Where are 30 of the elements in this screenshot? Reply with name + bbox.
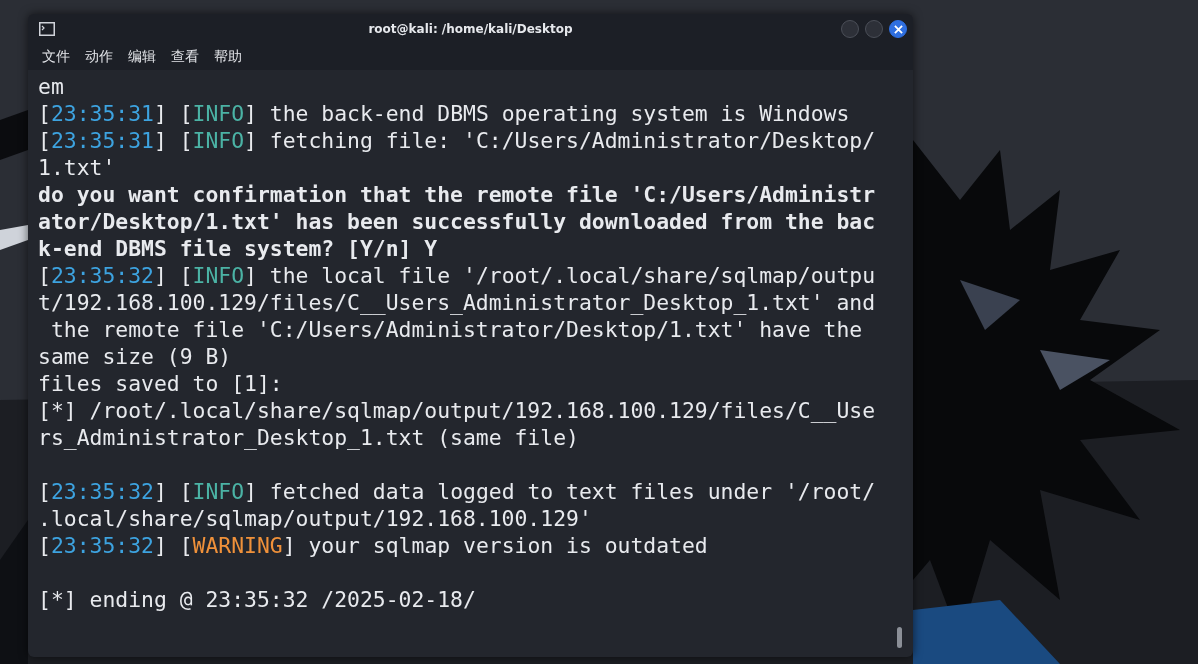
terminal-line: [23:35:31] [INFO] fetching file: 'C:/Users/Administrator/Desktop/ xyxy=(38,127,877,154)
scrollbar-thumb[interactable] xyxy=(897,627,902,648)
terminal-line: 1.txt' xyxy=(38,154,117,181)
menu-item[interactable]: 查看 xyxy=(171,48,199,66)
terminal-line: [23:35:32] [INFO] fetched data logged to text files under '/root/ xyxy=(38,478,877,505)
terminal-line: [23:35:31] [INFO] the back-end DBMS operating system is Windows xyxy=(38,100,851,127)
terminal-line: k-end DBMS file system? [Y/n] Y xyxy=(38,235,439,262)
terminal-line: em xyxy=(38,73,65,100)
terminal-line: files saved to [1]: xyxy=(38,370,284,397)
terminal-line: rs_Administrator_Desktop_1.txt (same file) xyxy=(38,424,580,451)
window-title: root@kali: /home/kali/Desktop xyxy=(368,22,573,36)
terminal-icon xyxy=(39,22,55,36)
minimize-button[interactable] xyxy=(841,20,859,38)
terminal-line: the remote file 'C:/Users/Administrator/Desktop/1.txt' have the xyxy=(49,316,864,343)
terminal-line: same size (9 B) xyxy=(38,343,233,370)
close-button[interactable] xyxy=(889,20,907,38)
menu-item[interactable]: 编辑 xyxy=(128,48,156,66)
terminal-line: do you want confirmation that the remote file 'C:/Users/Administr xyxy=(38,181,877,208)
menu-item[interactable]: 动作 xyxy=(85,48,113,66)
terminal-line: [*] /root/.local/share/sqlmap/output/192.168.100.129/files/C__Use xyxy=(38,397,877,424)
terminal-line: [23:35:32] [INFO] the local file '/root/.local/share/sqlmap/outpu xyxy=(38,262,877,289)
close-icon xyxy=(893,24,903,34)
terminal-line: ator/Desktop/1.txt' has been successfully downloaded from the bac xyxy=(38,208,877,235)
menu-item[interactable]: 帮助 xyxy=(214,48,242,66)
menu-item[interactable]: 文件 xyxy=(42,48,70,66)
terminal-line: [*] ending @ 23:35:32 /2025-02-18/ xyxy=(38,586,477,613)
terminal-line: .local/share/sqlmap/output/192.168.100.129' xyxy=(38,505,593,532)
terminal-line: [23:35:32] [WARNING] your sqlmap version is outdated xyxy=(38,532,709,559)
terminal-line: t/192.168.100.129/files/C__Users_Administrator_Desktop_1.txt' and xyxy=(38,289,877,316)
maximize-button[interactable] xyxy=(865,20,883,38)
